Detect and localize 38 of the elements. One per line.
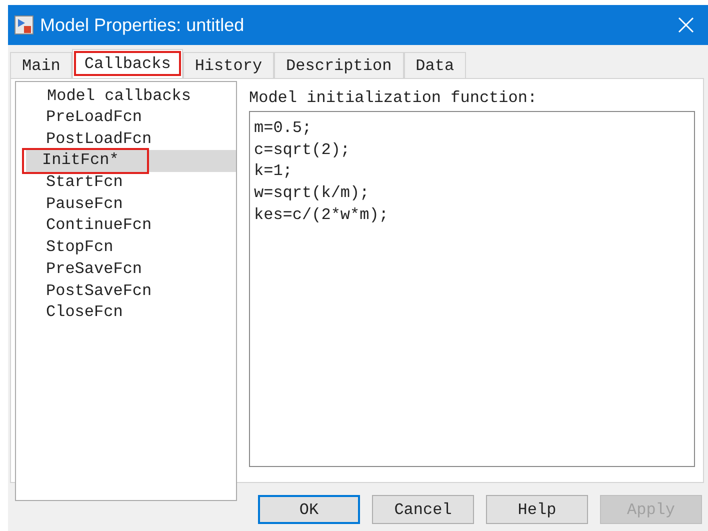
app-icon [14,15,34,35]
dialog-button[interactable]: OK [258,495,360,524]
tab[interactable]: Callbacks [72,49,183,78]
editor-label: Model initialization function: [249,89,538,107]
callback-item[interactable]: PreSaveFcn [16,258,236,280]
code-line: m=0.5; [254,118,313,139]
callback-item[interactable]: StopFcn [16,237,236,259]
tab[interactable]: Description [274,52,404,78]
list-heading: Model callbacks [46,87,192,105]
callback-item[interactable]: PauseFcn [16,194,236,216]
tab[interactable]: Data [404,52,466,78]
callback-item[interactable]: PreLoadFcn [16,107,236,129]
close-icon[interactable] [678,17,694,33]
callback-label: ContinueFcn [45,215,153,236]
callback-item[interactable]: ContinueFcn [16,215,236,238]
callback-label: PreSaveFcn [45,258,144,280]
tab[interactable]: Main [10,52,72,78]
dialog-button[interactable]: Cancel [372,495,474,524]
window-title: Model Properties: untitled [40,14,246,36]
callback-label: PauseFcn [45,194,124,215]
callback-item[interactable]: CloseFcn [16,302,236,324]
code-editor[interactable]: m=0.5; c=sqrt(2); k=1; w=sqrt(k/m); kes=c/(2*w*m); [249,111,695,467]
callback-label: PreLoadFcn [45,107,144,128]
callback-item[interactable]: PostSaveFcn [16,280,236,302]
tab[interactable]: History [182,52,274,78]
callback-item[interactable]: PostLoadFcn [16,128,236,150]
callback-label: CloseFcn [45,302,124,324]
callback-item[interactable]: StartFcn [16,172,236,194]
callback-label: InitFcn* [24,150,147,172]
code-line: k=1; [254,161,294,182]
callback-label: StopFcn [45,237,114,258]
callback-label: StartFcn [45,172,124,194]
code-line: c=sqrt(2); [254,140,352,161]
code-line: w=sqrt(k/m); [254,183,370,204]
callback-label: PostLoadFcn [45,128,153,150]
callback-label: PostSaveFcn [45,280,153,302]
code-line: kes=c/(2*w*m); [254,204,390,226]
dialog-button[interactable]: Help [486,495,588,524]
